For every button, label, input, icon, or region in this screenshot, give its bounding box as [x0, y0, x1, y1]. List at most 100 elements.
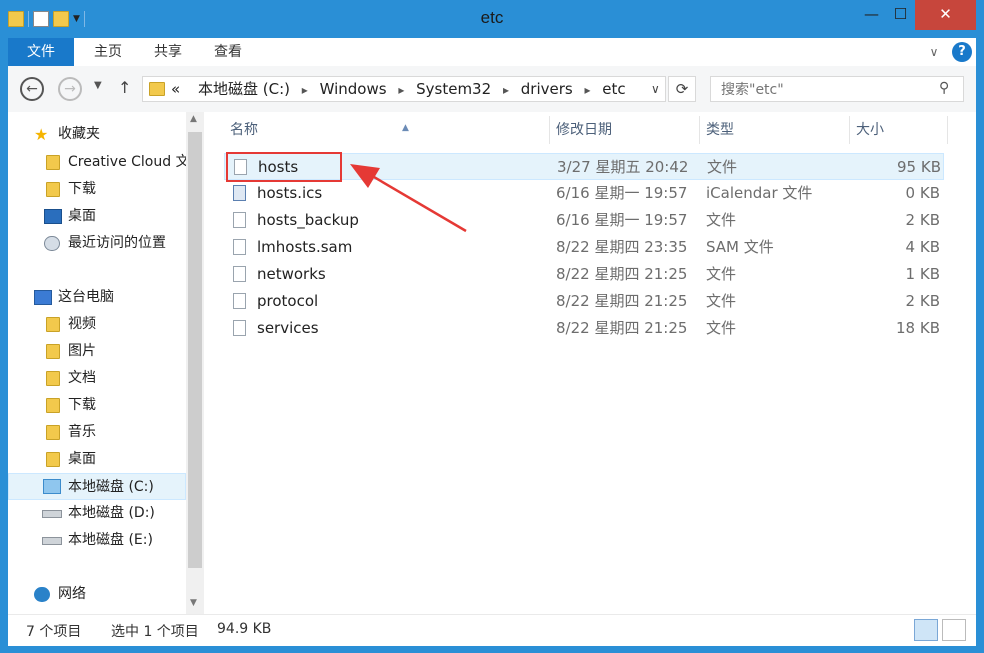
- nav-item-label: 最近访问的位置: [68, 235, 166, 251]
- help-icon[interactable]: ?: [952, 42, 972, 62]
- nav-item-music[interactable]: 音乐: [8, 419, 186, 446]
- column-label: 类型: [706, 122, 734, 138]
- search-input[interactable]: [719, 79, 933, 101]
- breadcrumb-windows[interactable]: Windows: [320, 80, 387, 98]
- details-view-button[interactable]: [914, 619, 938, 641]
- file-row-services[interactable]: services 8/22 星期四 21:25 文件 18 KB: [224, 315, 944, 342]
- file-icon: [233, 293, 246, 309]
- windows-drive-icon: [43, 479, 61, 494]
- calendar-file-icon: [233, 185, 246, 201]
- chevron-right-icon[interactable]: ▸: [503, 83, 509, 97]
- breadcrumb-etc[interactable]: etc: [602, 80, 625, 98]
- chevron-down-icon[interactable]: ∨: [651, 82, 660, 96]
- title-bar: ▼ etc — ☐ ✕: [0, 0, 984, 38]
- tab-file[interactable]: 文件: [8, 38, 74, 66]
- nav-item-label: 桌面: [68, 208, 96, 224]
- recent-locations-icon[interactable]: ▼: [94, 80, 102, 91]
- window-title: etc: [480, 8, 504, 27]
- column-header-type[interactable]: 类型: [700, 116, 850, 144]
- scroll-down-icon[interactable]: ▼: [190, 598, 197, 608]
- nav-item-label: 文档: [68, 370, 96, 386]
- file-row-lmhosts-sam[interactable]: lmhosts.sam 8/22 星期四 23:35 SAM 文件 4 KB: [224, 234, 944, 261]
- chevron-right-icon[interactable]: ▸: [302, 83, 308, 97]
- tab-view[interactable]: 查看: [198, 38, 258, 66]
- file-row-networks[interactable]: networks 8/22 星期四 21:25 文件 1 KB: [224, 261, 944, 288]
- file-type: iCalendar 文件: [706, 184, 813, 202]
- file-row-hosts-backup[interactable]: hosts_backup 6/16 星期一 19:57 文件 2 KB: [224, 207, 944, 234]
- music-folder-icon: [46, 425, 60, 440]
- back-button[interactable]: ←: [20, 77, 44, 101]
- large-icons-view-button[interactable]: [942, 619, 966, 641]
- nav-item-label: 本地磁盘 (C:): [68, 479, 154, 495]
- file-icon: [233, 266, 246, 282]
- forward-button[interactable]: →: [58, 77, 82, 101]
- file-type: 文件: [706, 211, 737, 229]
- up-arrow-icon[interactable]: ↑: [118, 78, 131, 97]
- nav-item-pictures[interactable]: 图片: [8, 338, 186, 365]
- breadcrumb: « 本地磁盘 (C:) ▸ Windows ▸ System32 ▸ drive…: [171, 77, 626, 101]
- scroll-up-icon[interactable]: ▲: [190, 114, 197, 124]
- file-size: 1 KB: [905, 265, 940, 283]
- column-label: 名称: [230, 122, 258, 138]
- maximize-button[interactable]: ☐: [886, 0, 915, 30]
- file-date: 6/16 星期一 19:57: [556, 184, 688, 202]
- nav-item-label: 视频: [68, 316, 96, 332]
- search-box[interactable]: ⚲: [710, 76, 964, 102]
- annotation-highlight-box: [226, 152, 342, 182]
- column-header-date[interactable]: 修改日期: [550, 116, 700, 144]
- chevron-right-icon[interactable]: ▸: [398, 83, 404, 97]
- nav-item-drive-d[interactable]: 本地磁盘 (D:): [8, 500, 186, 527]
- navigation-pane: ★ 收藏夹 Creative Cloud 文件 下载 桌面 最近访问的位置: [8, 112, 204, 614]
- breadcrumb-overflow[interactable]: «: [171, 80, 180, 98]
- file-name: protocol: [257, 292, 319, 310]
- minimize-button[interactable]: —: [857, 0, 886, 30]
- main-area: ★ 收藏夹 Creative Cloud 文件 下载 桌面 最近访问的位置: [8, 112, 976, 614]
- status-bar: 7 个项目 选中 1 个项目 94.9 KB: [8, 614, 976, 646]
- nav-item-label: 下载: [68, 397, 96, 413]
- nav-item-label: 音乐: [68, 424, 96, 440]
- nav-item-network[interactable]: 网络: [8, 581, 186, 608]
- breadcrumb-drivers[interactable]: drivers: [521, 80, 573, 98]
- status-selected-size: 94.9 KB: [217, 621, 272, 637]
- address-bar[interactable]: « 本地磁盘 (C:) ▸ Windows ▸ System32 ▸ drive…: [142, 76, 666, 102]
- file-type: SAM 文件: [706, 238, 774, 256]
- chevron-right-icon[interactable]: ▸: [584, 83, 590, 97]
- close-button[interactable]: ✕: [915, 0, 976, 30]
- nav-item-desktop-pc[interactable]: 桌面: [8, 446, 186, 473]
- tab-home[interactable]: 主页: [78, 38, 138, 66]
- refresh-button[interactable]: ⟳: [668, 76, 696, 102]
- nav-item-drive-c[interactable]: 本地磁盘 (C:): [8, 473, 186, 500]
- nav-item-videos[interactable]: 视频: [8, 311, 186, 338]
- column-header-size[interactable]: 大小: [850, 116, 948, 144]
- nav-item-downloads[interactable]: 下载: [8, 176, 186, 203]
- nav-scrollbar[interactable]: ▲ ▼: [186, 112, 204, 614]
- sort-ascending-icon: ▲: [402, 123, 409, 133]
- tab-share[interactable]: 共享: [138, 38, 198, 66]
- nav-item-this-pc[interactable]: 这台电脑: [8, 284, 186, 311]
- nav-item-downloads-pc[interactable]: 下载: [8, 392, 186, 419]
- file-row-hosts-ics[interactable]: hosts.ics 6/16 星期一 19:57 iCalendar 文件 0 …: [224, 180, 944, 207]
- file-icon: [233, 212, 246, 228]
- file-type: 文件: [706, 292, 737, 310]
- file-date: 8/22 星期四 21:25: [556, 319, 688, 337]
- breadcrumb-system32[interactable]: System32: [416, 80, 491, 98]
- status-selected: 选中 1 个项目: [111, 624, 199, 640]
- file-date: 6/16 星期一 19:57: [556, 211, 688, 229]
- nav-item-recent-places[interactable]: 最近访问的位置: [8, 230, 186, 257]
- nav-item-drive-e[interactable]: 本地磁盘 (E:): [8, 527, 186, 554]
- chevron-down-icon[interactable]: ∨: [926, 44, 942, 60]
- breadcrumb-c-drive[interactable]: 本地磁盘 (C:): [198, 80, 290, 98]
- nav-item-label: 桌面: [68, 451, 96, 467]
- nav-item-label: 网络: [58, 586, 86, 602]
- nav-item-documents[interactable]: 文档: [8, 365, 186, 392]
- nav-item-desktop[interactable]: 桌面: [8, 203, 186, 230]
- file-row-protocol[interactable]: protocol 8/22 星期四 21:25 文件 2 KB: [224, 288, 944, 315]
- scrollbar-thumb[interactable]: [188, 132, 202, 568]
- column-header-name[interactable]: 名称 ▲: [224, 116, 550, 144]
- drive-icon: [42, 510, 62, 518]
- column-label: 大小: [856, 122, 884, 138]
- nav-item-favorites[interactable]: ★ 收藏夹: [8, 121, 186, 148]
- file-type: 文件: [706, 265, 737, 283]
- nav-item-creative-cloud[interactable]: Creative Cloud 文件: [8, 149, 186, 176]
- search-icon[interactable]: ⚲: [939, 80, 949, 96]
